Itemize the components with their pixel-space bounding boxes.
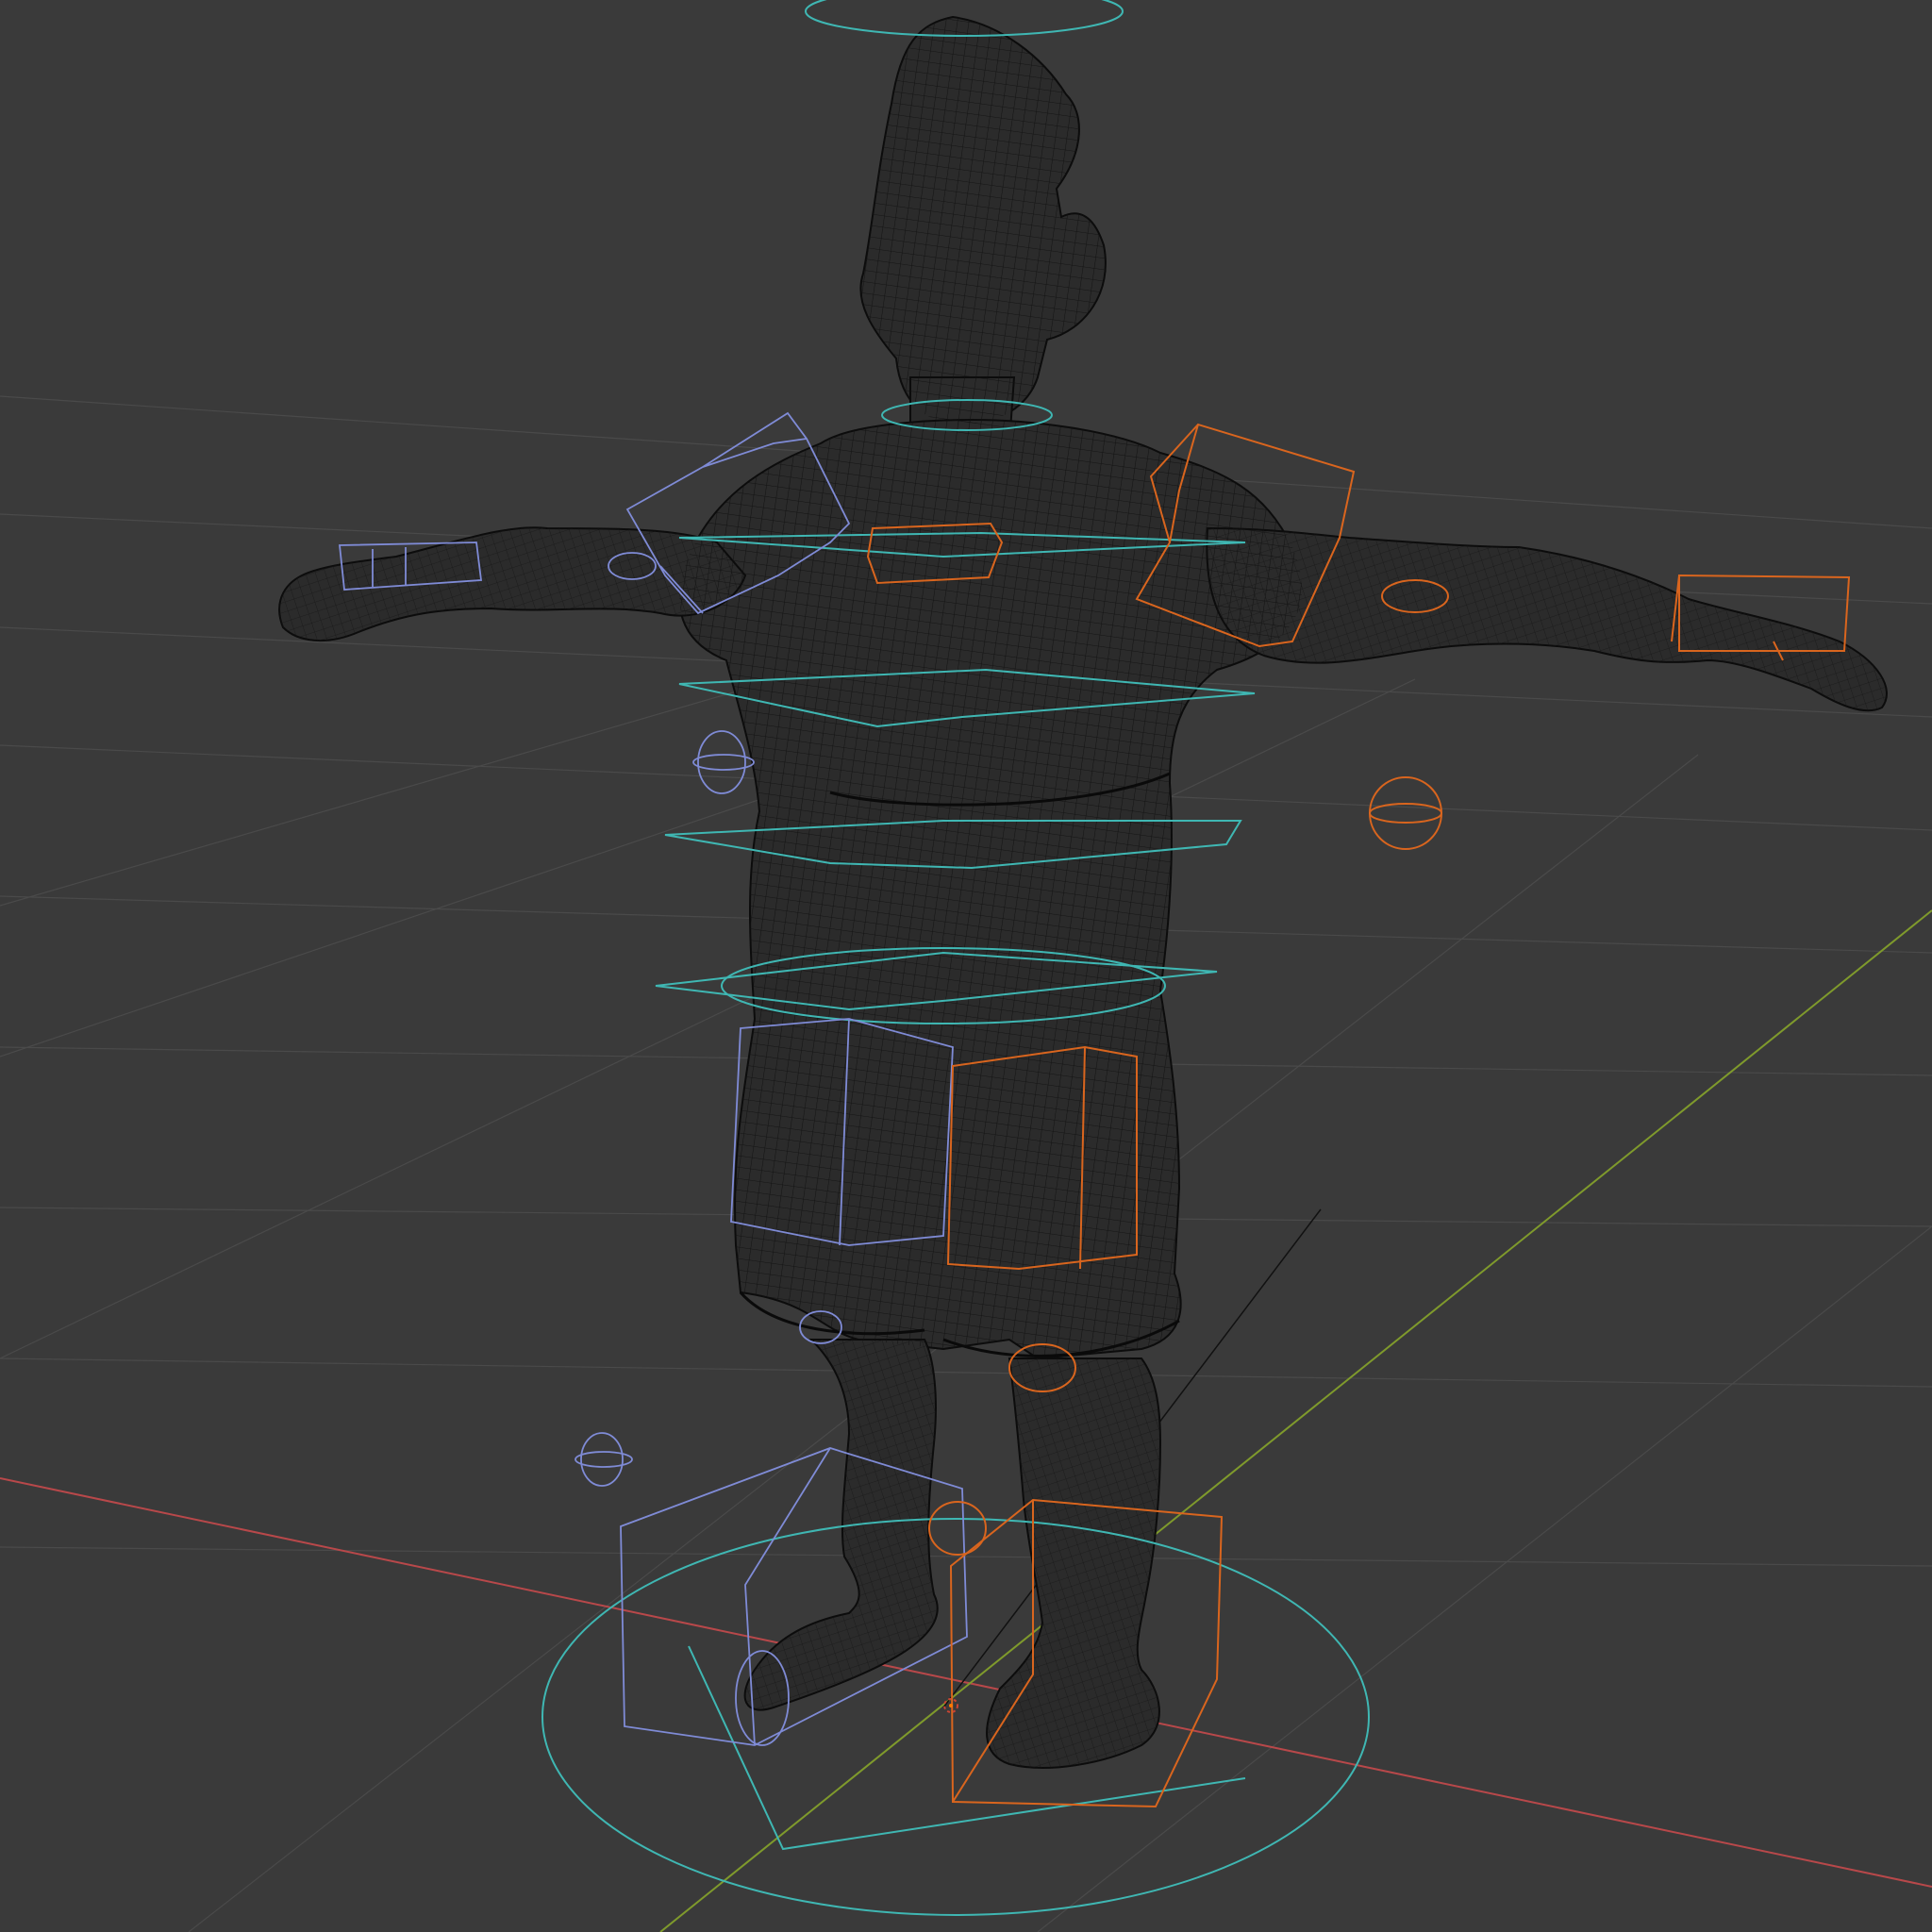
- left-knee-pole-ring[interactable]: [575, 1451, 633, 1468]
- root-circle[interactable]: [541, 1518, 1370, 1916]
- left-knee-pole[interactable]: [580, 1432, 624, 1487]
- right-knee-pole[interactable]: [928, 1501, 987, 1556]
- right-elbow-pole[interactable]: [1369, 776, 1442, 850]
- 3d-viewport[interactable]: [0, 0, 1932, 1932]
- viewport-canvas[interactable]: [0, 0, 1932, 1932]
- left-elbow-pole[interactable]: [697, 730, 746, 794]
- x-axis-line: [0, 1477, 1932, 1888]
- 3d-cursor[interactable]: [943, 1698, 958, 1713]
